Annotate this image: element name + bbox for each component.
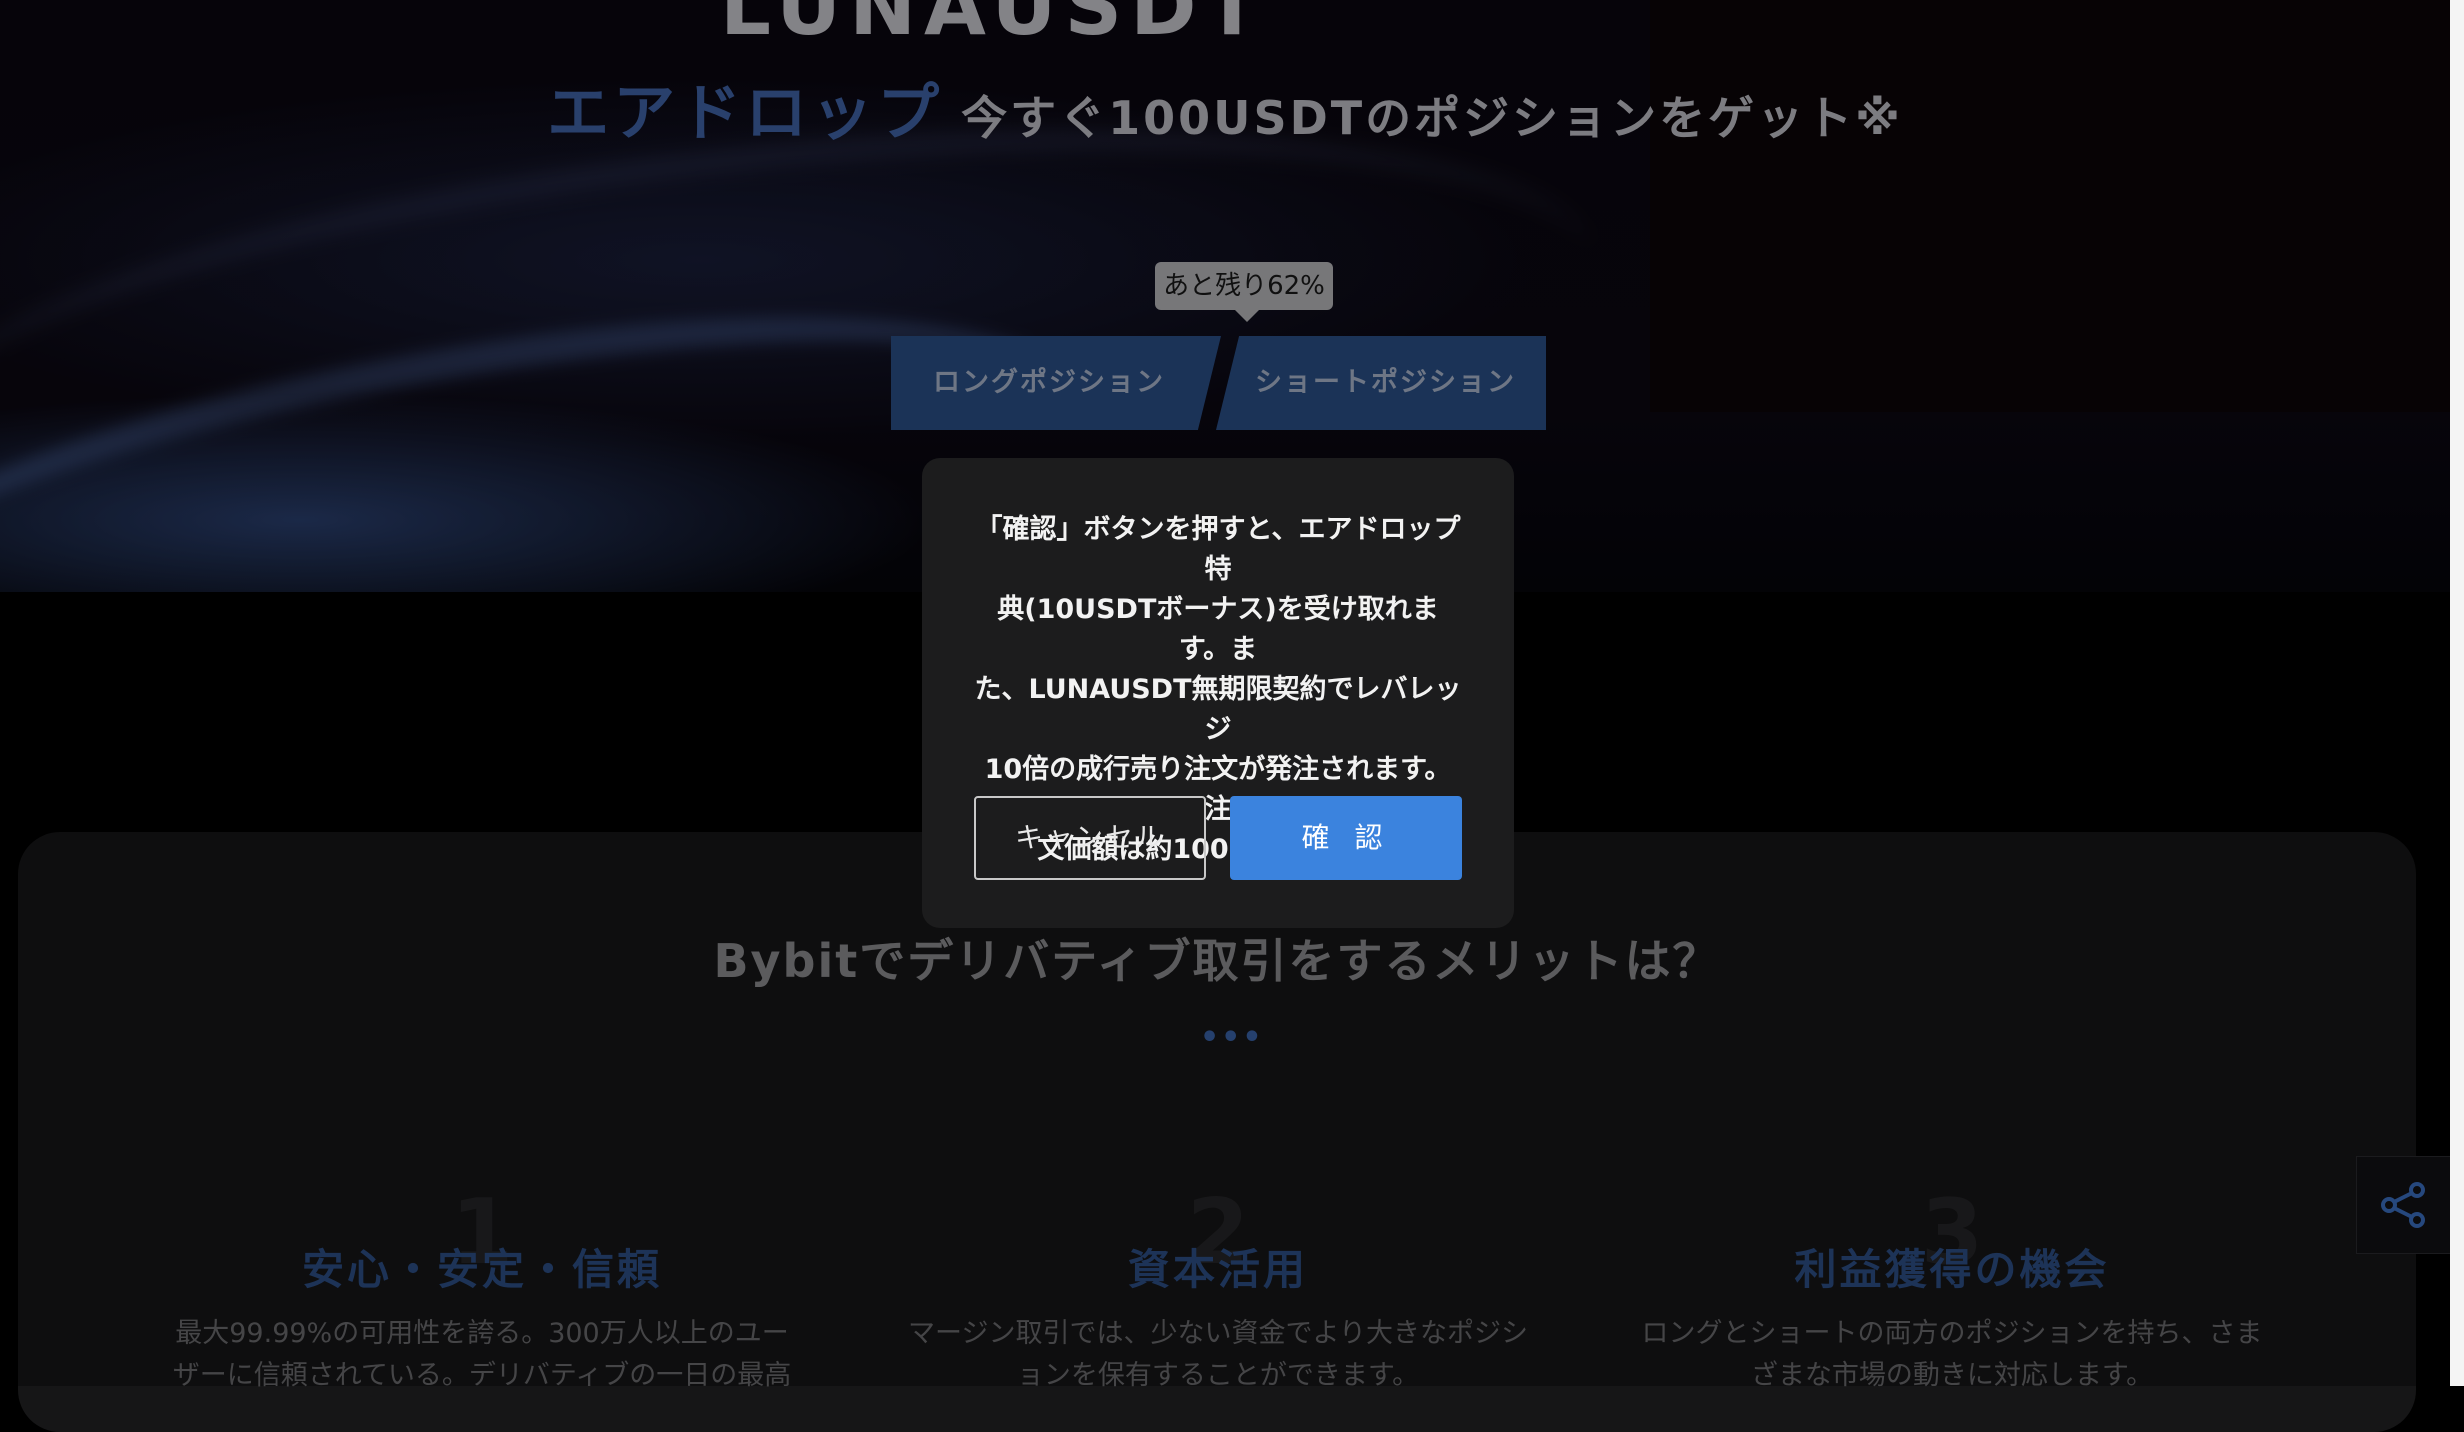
dialog-message-line: 「確認」ボタンを押すと、エアドロップ特 — [975, 514, 1461, 585]
cancel-button[interactable]: キャンセル — [974, 796, 1206, 880]
page-scrollbar[interactable] — [2450, 0, 2464, 1386]
confirm-dialog: 「確認」ボタンを押すと、エアドロップ特 典(10USDTボーナス)を受け取れます… — [922, 458, 1514, 928]
dialog-message-line: 典(10USDTボーナス)を受け取れます。ま — [997, 594, 1439, 665]
confirm-button[interactable]: 確 認 — [1230, 796, 1462, 880]
dialog-message-line: た、LUNAUSDT無期限契約でレバレッジ — [974, 674, 1462, 745]
